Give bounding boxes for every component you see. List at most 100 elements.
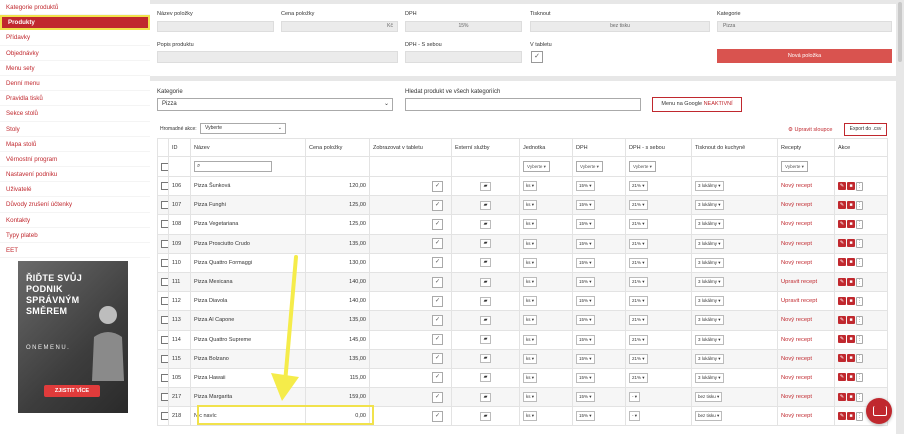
advert-more-button[interactable]: ZJISTIT VÍCE: [44, 385, 100, 397]
row-checkbox[interactable]: [161, 316, 168, 325]
vat-filter-select[interactable]: Vyberte ▾: [576, 161, 603, 172]
edit-pencil-icon[interactable]: ✎: [838, 277, 846, 286]
row-name[interactable]: Pizza Prosciutto Crudo: [190, 233, 306, 254]
print-row-select[interactable]: bez tisku ▾: [695, 392, 723, 403]
external-services-icon[interactable]: ▰: [480, 219, 491, 229]
row-price[interactable]: 135,00: [305, 310, 370, 331]
more-options-icon[interactable]: ⋮: [856, 315, 863, 325]
sidebar-item-mapa-stol-[interactable]: Mapa stolů: [0, 137, 150, 152]
more-options-icon[interactable]: ⋮: [856, 219, 863, 229]
tablet-checkbox[interactable]: ✓: [432, 391, 443, 403]
vat-takeaway-row-select[interactable]: 21% ▾: [629, 257, 648, 268]
edit-pencil-icon[interactable]: ✎: [838, 392, 846, 401]
select-all-checkbox[interactable]: [161, 162, 168, 171]
row-price[interactable]: 125,00: [305, 214, 370, 235]
row-checkbox[interactable]: [161, 335, 168, 344]
row-checkbox[interactable]: [161, 278, 168, 287]
more-options-icon[interactable]: ⋮: [856, 258, 863, 268]
more-options-icon[interactable]: ⋮: [856, 277, 863, 287]
more-options-icon[interactable]: ⋮: [856, 239, 863, 249]
filter-category-select[interactable]: Pizza ⌄: [157, 98, 393, 111]
row-name[interactable]: Pizza Funghi: [190, 195, 306, 216]
vat-row-select[interactable]: 15% ▾: [576, 277, 595, 288]
tablet-checkbox[interactable]: ✓: [432, 410, 443, 422]
vat-takeaway-select[interactable]: [405, 51, 522, 63]
vat-row-select[interactable]: 15% ▾: [576, 219, 595, 230]
edit-columns-link[interactable]: ⚙ Upravit sloupce: [788, 127, 832, 133]
external-services-icon[interactable]: ▰: [480, 181, 491, 191]
delete-trash-icon[interactable]: ■: [847, 315, 855, 324]
vat-row-select[interactable]: 15% ▾: [576, 296, 595, 307]
table-row[interactable]: 107 Pizza Funghi 125,00 ✓ ▰ ks ▾ 15% ▾ 21% ▾ 3 l…: [157, 195, 888, 216]
row-price[interactable]: 135,00: [305, 348, 370, 369]
vat-row-select[interactable]: 15% ▾: [576, 238, 595, 249]
row-checkbox[interactable]: [161, 239, 168, 248]
sidebar-item-sekce-stol-[interactable]: Sekce stolů: [0, 106, 150, 122]
unit-select[interactable]: ks ▾: [523, 238, 538, 249]
edit-pencil-icon[interactable]: ✎: [838, 335, 846, 344]
in-tablet-checkbox[interactable]: ✓: [531, 51, 543, 63]
recipe-link[interactable]: Nový recept: [781, 241, 812, 247]
recipe-link[interactable]: Nový recept: [781, 202, 812, 208]
delete-trash-icon[interactable]: ■: [847, 258, 855, 267]
vat-takeaway-row-select[interactable]: 21% ▾: [629, 334, 648, 345]
edit-pencil-icon[interactable]: ✎: [838, 296, 846, 305]
unit-select[interactable]: ks ▾: [523, 334, 538, 345]
row-checkbox[interactable]: [161, 201, 168, 210]
unit-select[interactable]: ks ▾: [523, 257, 538, 268]
tablet-checkbox[interactable]: ✓: [432, 276, 443, 288]
row-price[interactable]: 125,00: [305, 195, 370, 216]
vat-takeaway-row-select[interactable]: 21% ▾: [629, 296, 648, 307]
recipe-link[interactable]: Nový recept: [781, 375, 812, 381]
unit-select[interactable]: ks ▾: [523, 277, 538, 288]
tablet-checkbox[interactable]: ✓: [432, 372, 443, 384]
print-row-select[interactable]: 3 lokálmy ▾: [695, 372, 724, 383]
external-services-icon[interactable]: ▰: [480, 258, 491, 268]
row-price[interactable]: 159,00: [305, 387, 370, 408]
unit-select[interactable]: ks ▾: [523, 411, 538, 422]
tablet-checkbox[interactable]: ✓: [432, 295, 443, 307]
more-options-icon[interactable]: ⋮: [856, 296, 863, 306]
delete-trash-icon[interactable]: ■: [847, 200, 855, 209]
sidebar-item-typy-plateb[interactable]: Typy plateb: [0, 228, 150, 243]
external-services-icon[interactable]: ▰: [480, 411, 491, 421]
vat-row-select[interactable]: 15% ▾: [576, 257, 595, 268]
delete-trash-icon[interactable]: ■: [847, 354, 855, 363]
external-services-icon[interactable]: ▰: [480, 315, 491, 325]
recipe-filter-select[interactable]: Vyberte ▾: [781, 161, 808, 172]
more-options-icon[interactable]: ⋮: [856, 354, 863, 364]
recipe-link[interactable]: Upravit recept: [781, 279, 817, 285]
export-csv-button[interactable]: Export do .csv: [844, 123, 887, 136]
vat-row-select[interactable]: 15% ▾: [576, 411, 595, 422]
print-row-select[interactable]: 3 lokálmy ▾: [695, 315, 724, 326]
delete-trash-icon[interactable]: ■: [847, 239, 855, 248]
vat-takeaway-row-select[interactable]: 21% ▾: [629, 315, 648, 326]
more-options-icon[interactable]: ⋮: [856, 373, 863, 383]
tablet-checkbox[interactable]: ✓: [432, 199, 443, 211]
recipe-link[interactable]: Nový recept: [781, 394, 812, 400]
vat-takeaway-row-select[interactable]: 21% ▾: [629, 181, 648, 192]
vat-takeaway-filter-select[interactable]: Vyberte ▾: [629, 161, 656, 172]
unit-select[interactable]: ks ▾: [523, 353, 538, 364]
vat-row-select[interactable]: 15% ▾: [576, 315, 595, 326]
row-checkbox[interactable]: [161, 297, 168, 306]
print-row-select[interactable]: 3 lokálmy ▾: [695, 257, 724, 268]
delete-trash-icon[interactable]: ■: [847, 335, 855, 344]
sidebar-item-u-ivatel-[interactable]: Uživatelé: [0, 182, 150, 198]
print-row-select[interactable]: 3 lokálmy ▾: [695, 353, 724, 364]
search-all-input[interactable]: [405, 98, 641, 111]
unit-select[interactable]: ks ▾: [523, 372, 538, 383]
delete-trash-icon[interactable]: ■: [847, 296, 855, 305]
table-row[interactable]: 109 Pizza Prosciutto Crudo 135,00 ✓ ▰ ks ▾ 15%…: [157, 233, 888, 254]
advert-banner[interactable]: ŘIĎTE SVŮJ PODNIK SPRÁVNÝM SMĚREM ONEMEN…: [18, 261, 128, 413]
row-price[interactable]: 135,00: [305, 233, 370, 254]
print-row-select[interactable]: 3 lokálmy ▾: [695, 334, 724, 345]
google-menu-button[interactable]: Menu na Google NEAKTIVNÍ: [652, 97, 742, 112]
edit-pencil-icon[interactable]: ✎: [838, 315, 846, 324]
vat-takeaway-row-select[interactable]: 21% ▾: [629, 219, 648, 230]
row-checkbox[interactable]: [161, 220, 168, 229]
sidebar-item-nastaven-podniku[interactable]: Nastavení podniku: [0, 167, 150, 183]
vat-takeaway-row-select[interactable]: 21% ▾: [629, 372, 648, 383]
vat-row-select[interactable]: 15% ▾: [576, 353, 595, 364]
external-services-icon[interactable]: ▰: [480, 296, 491, 306]
